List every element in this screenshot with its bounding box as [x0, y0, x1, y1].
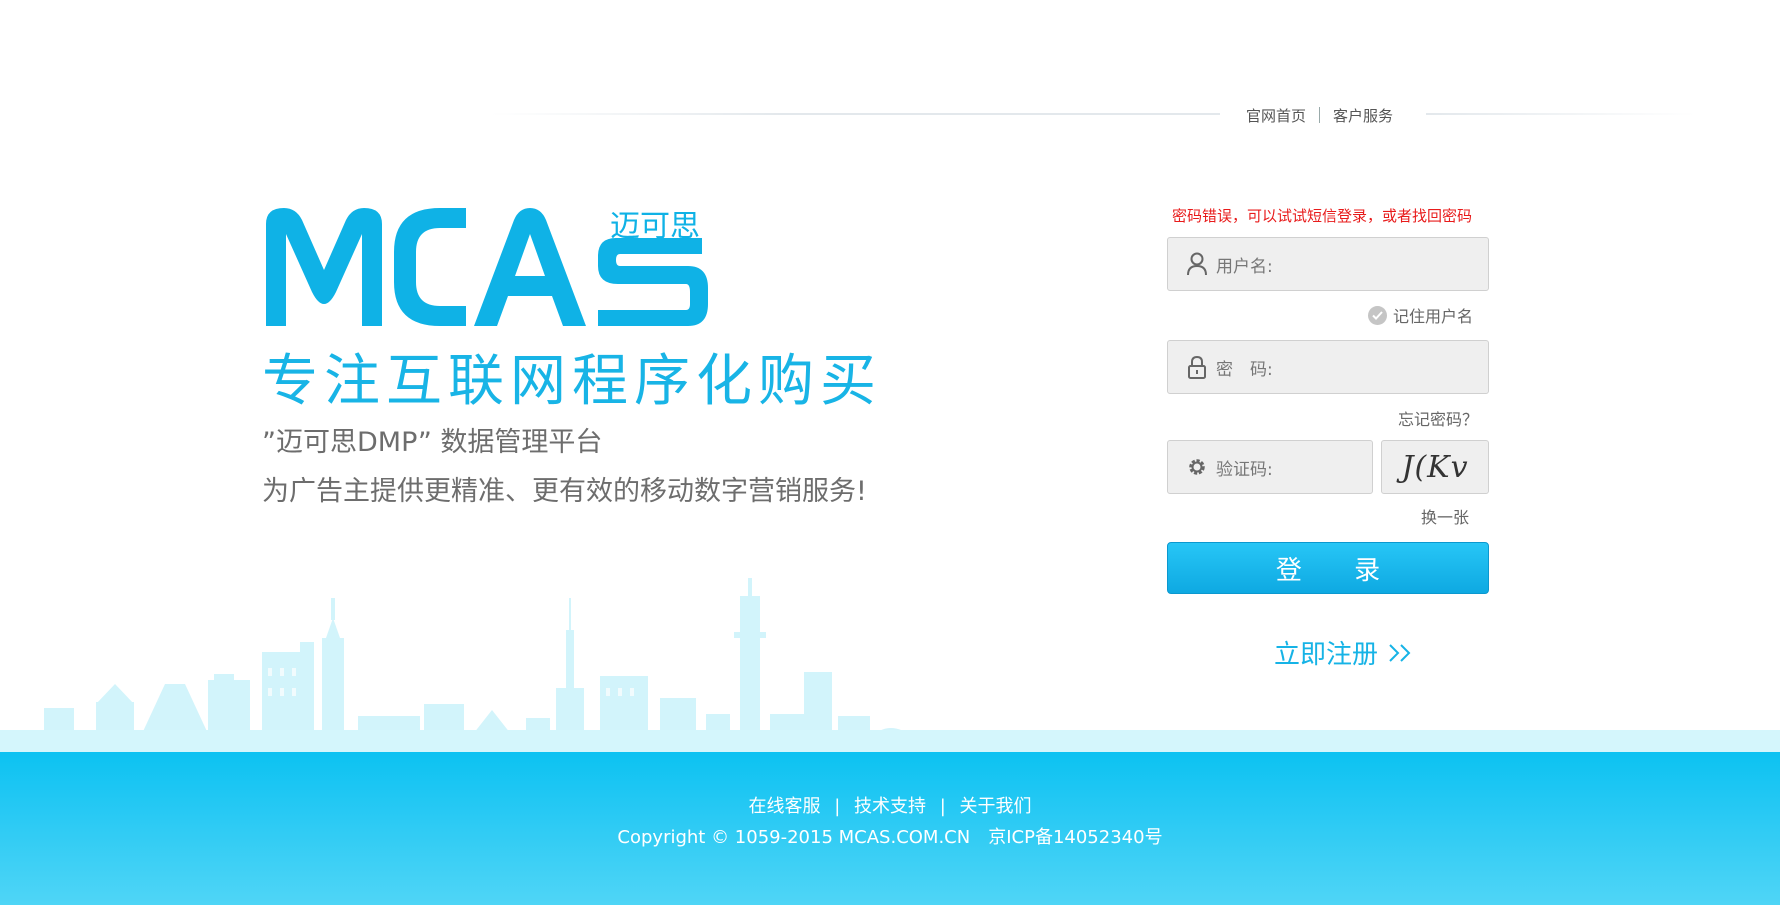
check-icon[interactable]	[1368, 305, 1387, 325]
nav-service-link[interactable]: 客户服务	[1333, 105, 1393, 126]
remember-username[interactable]: 记住用户名	[1368, 303, 1473, 327]
username-label: 用户名:	[1216, 256, 1273, 277]
refresh-captcha-link[interactable]: 换一张	[1421, 504, 1469, 528]
nav-separator	[1319, 107, 1321, 123]
logo-cn-text: 迈可思	[610, 209, 700, 244]
footer-separator: |	[834, 796, 841, 817]
footer-tech-support-link[interactable]: 技术支持	[854, 796, 926, 817]
footer-links: 在线客服 | 技术支持 | 关于我们	[0, 792, 1780, 818]
skyline-ground	[0, 730, 1780, 754]
slogan: 专注互联网程序化购买	[262, 349, 882, 414]
top-divider-left	[490, 113, 1220, 115]
password-input[interactable]	[1272, 341, 1488, 393]
user-icon	[1186, 252, 1208, 276]
copyright: Copyright © 1059-2015 MCAS.COM.CN 京ICP备1…	[617, 827, 1163, 848]
forgot-password-link[interactable]: 忘记密码？	[1398, 406, 1478, 430]
captcha-image[interactable]: J(Kv	[1381, 440, 1489, 494]
footer-online-service-link[interactable]: 在线客服	[748, 796, 820, 817]
top-nav: 官网首页 客户服务	[1246, 104, 1393, 126]
footer-separator: |	[939, 796, 946, 817]
gear-icon	[1186, 455, 1208, 479]
nav-home-link[interactable]: 官网首页	[1246, 105, 1306, 126]
top-divider-right	[1426, 113, 1696, 115]
username-field[interactable]: 用户名:	[1167, 237, 1489, 291]
remember-label: 记住用户名	[1393, 307, 1474, 326]
password-label: 密 码:	[1216, 359, 1273, 380]
tagline-platform: ”迈可思DMP” 数据管理平台	[262, 427, 603, 458]
error-message: 密码错误，可以试试短信登录，或者找回密码	[1172, 207, 1473, 225]
password-field[interactable]: 密 码:	[1167, 340, 1489, 394]
lock-icon	[1186, 355, 1208, 379]
captcha-label: 验证码:	[1216, 459, 1273, 480]
footer: 在线客服 | 技术支持 | 关于我们 Copyright © 1059-2015…	[0, 752, 1780, 905]
city-skyline-illustration	[44, 578, 914, 738]
captcha-field[interactable]: 验证码:	[1167, 440, 1480, 494]
tagline-service: 为广告主提供更精准、更有效的移动数字营销服务!	[262, 476, 867, 507]
username-input[interactable]	[1272, 238, 1488, 290]
mcas-logo: 迈可思	[266, 208, 708, 326]
footer-about-link[interactable]: 关于我们	[960, 796, 1032, 817]
